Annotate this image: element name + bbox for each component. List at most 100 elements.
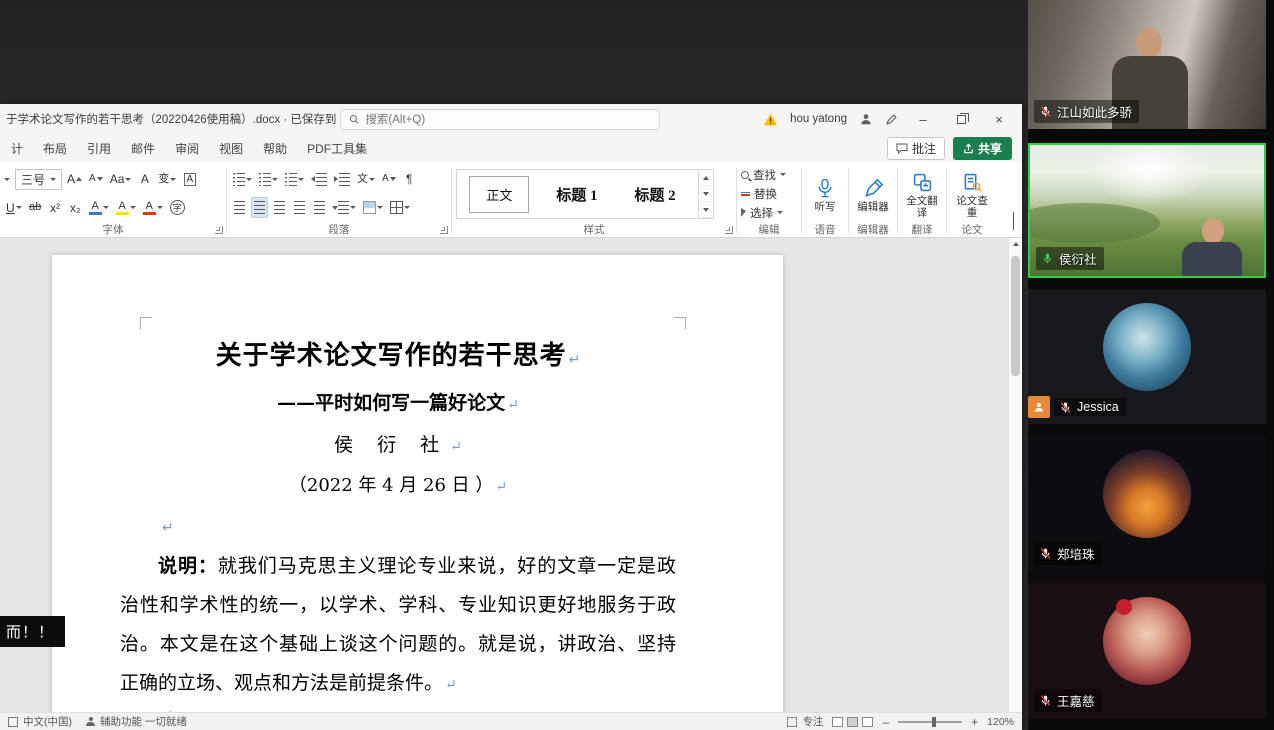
tab-review[interactable]: 审阅 bbox=[166, 135, 208, 162]
read-mode-button[interactable] bbox=[832, 716, 844, 727]
underline-button[interactable]: U bbox=[4, 197, 24, 218]
sort-button[interactable]: A bbox=[380, 169, 398, 190]
increase-indent-button[interactable] bbox=[332, 169, 352, 190]
warning-icon[interactable] bbox=[763, 113, 778, 126]
font-name-dropdown-icon[interactable] bbox=[4, 177, 10, 181]
font-size-combo[interactable]: 三号 bbox=[15, 168, 63, 190]
line-spacing-button[interactable] bbox=[331, 197, 358, 218]
participant-tile-wangjiaci[interactable]: 王嘉慈 bbox=[1028, 583, 1266, 718]
paper-check-button[interactable]: 论文查重 bbox=[952, 169, 992, 219]
tab-mailings[interactable]: 邮件 bbox=[122, 135, 164, 162]
align-right-button[interactable] bbox=[271, 197, 288, 218]
text-effects-button[interactable]: A bbox=[87, 197, 111, 218]
style-heading2[interactable]: 标题 2 bbox=[624, 180, 685, 209]
participant-tile-zhengpeizhu[interactable]: 郑培珠 bbox=[1028, 436, 1266, 571]
share-label: 共享 bbox=[977, 142, 1002, 156]
tab-view[interactable]: 视图 bbox=[210, 135, 252, 162]
accessibility-status[interactable]: 辅助功能 一切就绪 bbox=[100, 714, 187, 729]
tab-references[interactable]: 引用 bbox=[78, 135, 120, 162]
asian-layout-button[interactable]: 文 bbox=[355, 169, 377, 190]
styles-more-button[interactable] bbox=[699, 202, 713, 218]
find-button[interactable]: 查找 bbox=[741, 166, 797, 184]
bullets-button[interactable] bbox=[231, 169, 254, 190]
select-button[interactable]: 选择 bbox=[741, 204, 797, 222]
web-layout-button[interactable] bbox=[862, 716, 874, 727]
translate-group: 全文翻译 翻译 bbox=[898, 164, 946, 237]
share-button[interactable]: 共享 bbox=[952, 137, 1012, 160]
enclose-characters-button[interactable]: 字 bbox=[168, 197, 187, 218]
phonetic-guide-button[interactable]: A bbox=[136, 169, 153, 190]
zoom-level[interactable]: 120% bbox=[987, 716, 1014, 728]
change-case-button[interactable]: Aa bbox=[108, 169, 134, 190]
grow-icon bbox=[76, 177, 83, 182]
shrink-font-button[interactable]: A bbox=[87, 169, 105, 190]
distribute-button[interactable] bbox=[311, 197, 328, 218]
strikethrough-glyph: ab bbox=[29, 201, 42, 214]
shading-button[interactable] bbox=[361, 197, 385, 218]
participant-tile-houyanshe[interactable]: 侯衍社 bbox=[1028, 143, 1266, 278]
styles-scroll-up[interactable] bbox=[699, 170, 713, 186]
convert-dropdown-icon bbox=[170, 177, 177, 181]
character-border-button[interactable]: A bbox=[181, 169, 198, 190]
scrollbar-thumb[interactable] bbox=[1011, 256, 1020, 376]
document-page[interactable]: 关于学术论文写作的若干思考 ↵ ——平时如何写一篇好论文 ↵ 侯 衍 社 ↵ （202… bbox=[52, 255, 783, 712]
styles-scroll-down[interactable] bbox=[699, 186, 713, 202]
decrease-indent-button[interactable] bbox=[309, 169, 329, 190]
minimize-button[interactable]: – bbox=[910, 108, 936, 130]
zoom-out-button[interactable]: – bbox=[882, 716, 889, 728]
borders-button[interactable] bbox=[388, 197, 412, 218]
highlight-color-button[interactable]: A bbox=[114, 197, 138, 218]
font-color-button[interactable]: A bbox=[141, 197, 165, 218]
numbering-icon bbox=[259, 172, 271, 186]
grow-font-button[interactable]: A bbox=[65, 169, 84, 190]
styles-dialog-launcher[interactable] bbox=[725, 226, 733, 234]
replace-button[interactable]: 替换 bbox=[741, 185, 797, 203]
language-status[interactable]: 中文(中国) bbox=[23, 714, 72, 729]
align-left-button[interactable] bbox=[231, 197, 248, 218]
strikethrough-button[interactable]: ab bbox=[27, 197, 44, 218]
case-glyph: Aa bbox=[109, 172, 125, 187]
zoom-in-button[interactable]: + bbox=[971, 716, 978, 728]
translate-button[interactable]: 全文翻译 bbox=[902, 169, 942, 219]
collapse-ribbon-button[interactable] bbox=[1013, 212, 1014, 231]
search-input[interactable] bbox=[365, 113, 651, 126]
style-normal[interactable]: 正文 bbox=[469, 175, 530, 213]
justify-button[interactable] bbox=[291, 197, 308, 218]
show-marks-button[interactable]: ¶ bbox=[401, 169, 418, 190]
focus-mode-button[interactable]: 专注 bbox=[787, 714, 823, 729]
line-spacing-dropdown-icon bbox=[350, 206, 356, 210]
zoom-slider-thumb[interactable] bbox=[932, 716, 937, 727]
editor-button[interactable]: 编辑器 bbox=[853, 175, 893, 213]
document-area[interactable]: 关于学术论文写作的若干思考 ↵ ——平时如何写一篇好论文 ↵ 侯 衍 社 ↵ （202… bbox=[0, 238, 1022, 712]
print-layout-button[interactable] bbox=[847, 716, 859, 727]
font-dialog-launcher[interactable] bbox=[215, 226, 223, 234]
user-name[interactable]: hou yatong bbox=[790, 113, 847, 125]
tab-help[interactable]: 帮助 bbox=[254, 135, 296, 162]
search-box[interactable] bbox=[340, 109, 660, 130]
restore-button[interactable] bbox=[948, 108, 974, 130]
pen-mode-icon[interactable] bbox=[885, 113, 898, 126]
participant-name: Jessica bbox=[1077, 400, 1119, 414]
zoom-slider[interactable] bbox=[898, 716, 963, 727]
chinese-convert-button[interactable]: 变 bbox=[156, 169, 178, 190]
page-info-icon[interactable] bbox=[8, 716, 18, 727]
tab-pdf-tools[interactable]: PDF工具集 bbox=[298, 135, 376, 162]
superscript-button[interactable]: x² bbox=[47, 197, 64, 218]
style-heading1[interactable]: 标题 1 bbox=[546, 180, 607, 209]
scroll-up-icon[interactable] bbox=[1013, 242, 1019, 246]
participant-tile-jiangshan[interactable]: 江山如此多骄 bbox=[1028, 0, 1266, 129]
numbering-button[interactable] bbox=[257, 169, 280, 190]
close-button[interactable]: × bbox=[986, 108, 1012, 130]
comments-button[interactable]: 批注 bbox=[886, 137, 945, 160]
vertical-scrollbar[interactable] bbox=[1008, 238, 1022, 712]
subscript-button[interactable]: x₂ bbox=[67, 197, 84, 218]
account-icon[interactable] bbox=[859, 112, 873, 126]
multilevel-list-button[interactable] bbox=[283, 169, 306, 190]
paragraph-dialog-launcher[interactable] bbox=[440, 226, 448, 234]
tab-design-partial[interactable]: 计 bbox=[2, 135, 32, 162]
participant-tile-jessica[interactable]: Jessica bbox=[1028, 289, 1266, 424]
dictate-button[interactable]: 听写 bbox=[805, 174, 845, 213]
asian-layout-dropdown-icon bbox=[369, 177, 375, 181]
tab-layout[interactable]: 布局 bbox=[34, 135, 76, 162]
align-center-button[interactable] bbox=[251, 197, 268, 219]
